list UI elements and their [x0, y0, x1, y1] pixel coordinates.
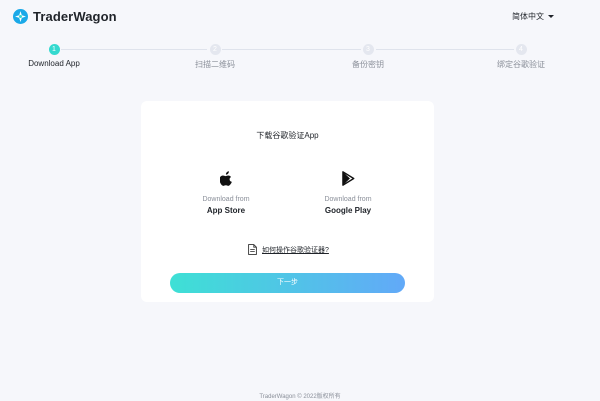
- step-number: 1: [48, 44, 60, 55]
- step-scan-qr: 2 扫描二维码: [160, 44, 270, 70]
- header: TraderWagon 简体中文: [0, 0, 600, 32]
- caret-down-icon: [548, 15, 554, 18]
- step-number: 3: [362, 44, 374, 55]
- download-from-label: Download from: [202, 196, 250, 203]
- brand-name: TraderWagon: [33, 8, 117, 24]
- step-backup-key: 3 备份密钥: [313, 44, 423, 70]
- apple-icon: [219, 171, 232, 186]
- footer-copyright: TraderWagon © 2022版权所有: [259, 394, 341, 400]
- app-store-link[interactable]: Download from App Store: [171, 171, 281, 215]
- store-name: Google Play: [324, 206, 372, 215]
- progress-steps: 1 Download App 2 扫描二维码 3 备份密钥 4 绑定谷歌验证: [0, 44, 600, 74]
- language-label: 简体中文: [512, 11, 544, 21]
- howto-link[interactable]: 如何操作谷歌验证器?: [248, 244, 329, 255]
- download-card: 下载谷歌验证App Download from App Store Downlo…: [141, 101, 434, 302]
- language-selector[interactable]: 简体中文: [512, 11, 554, 22]
- google-play-icon: [341, 171, 354, 186]
- download-from-label: Download from: [324, 196, 372, 203]
- step-number: 2: [209, 44, 221, 55]
- store-name: App Store: [206, 206, 246, 215]
- step-bind-google-auth: 4 绑定谷歌验证: [466, 44, 576, 70]
- step-number: 4: [515, 44, 527, 55]
- howto-label: 如何操作谷歌验证器?: [262, 246, 329, 254]
- step-label: 绑定谷歌验证: [497, 60, 545, 69]
- next-button[interactable]: 下一步: [170, 273, 405, 293]
- step-label: Download App: [28, 59, 80, 68]
- step-label: 备份密钥: [352, 60, 384, 69]
- traderwagon-logo-icon: [13, 8, 28, 24]
- google-play-link[interactable]: Download from Google Play: [293, 171, 403, 215]
- step-download-app: 1 Download App: [0, 44, 109, 68]
- card-title: 下载谷歌验证App: [256, 131, 319, 140]
- step-label: 扫描二维码: [195, 60, 235, 69]
- document-icon: [248, 244, 257, 255]
- brand[interactable]: TraderWagon: [13, 8, 117, 24]
